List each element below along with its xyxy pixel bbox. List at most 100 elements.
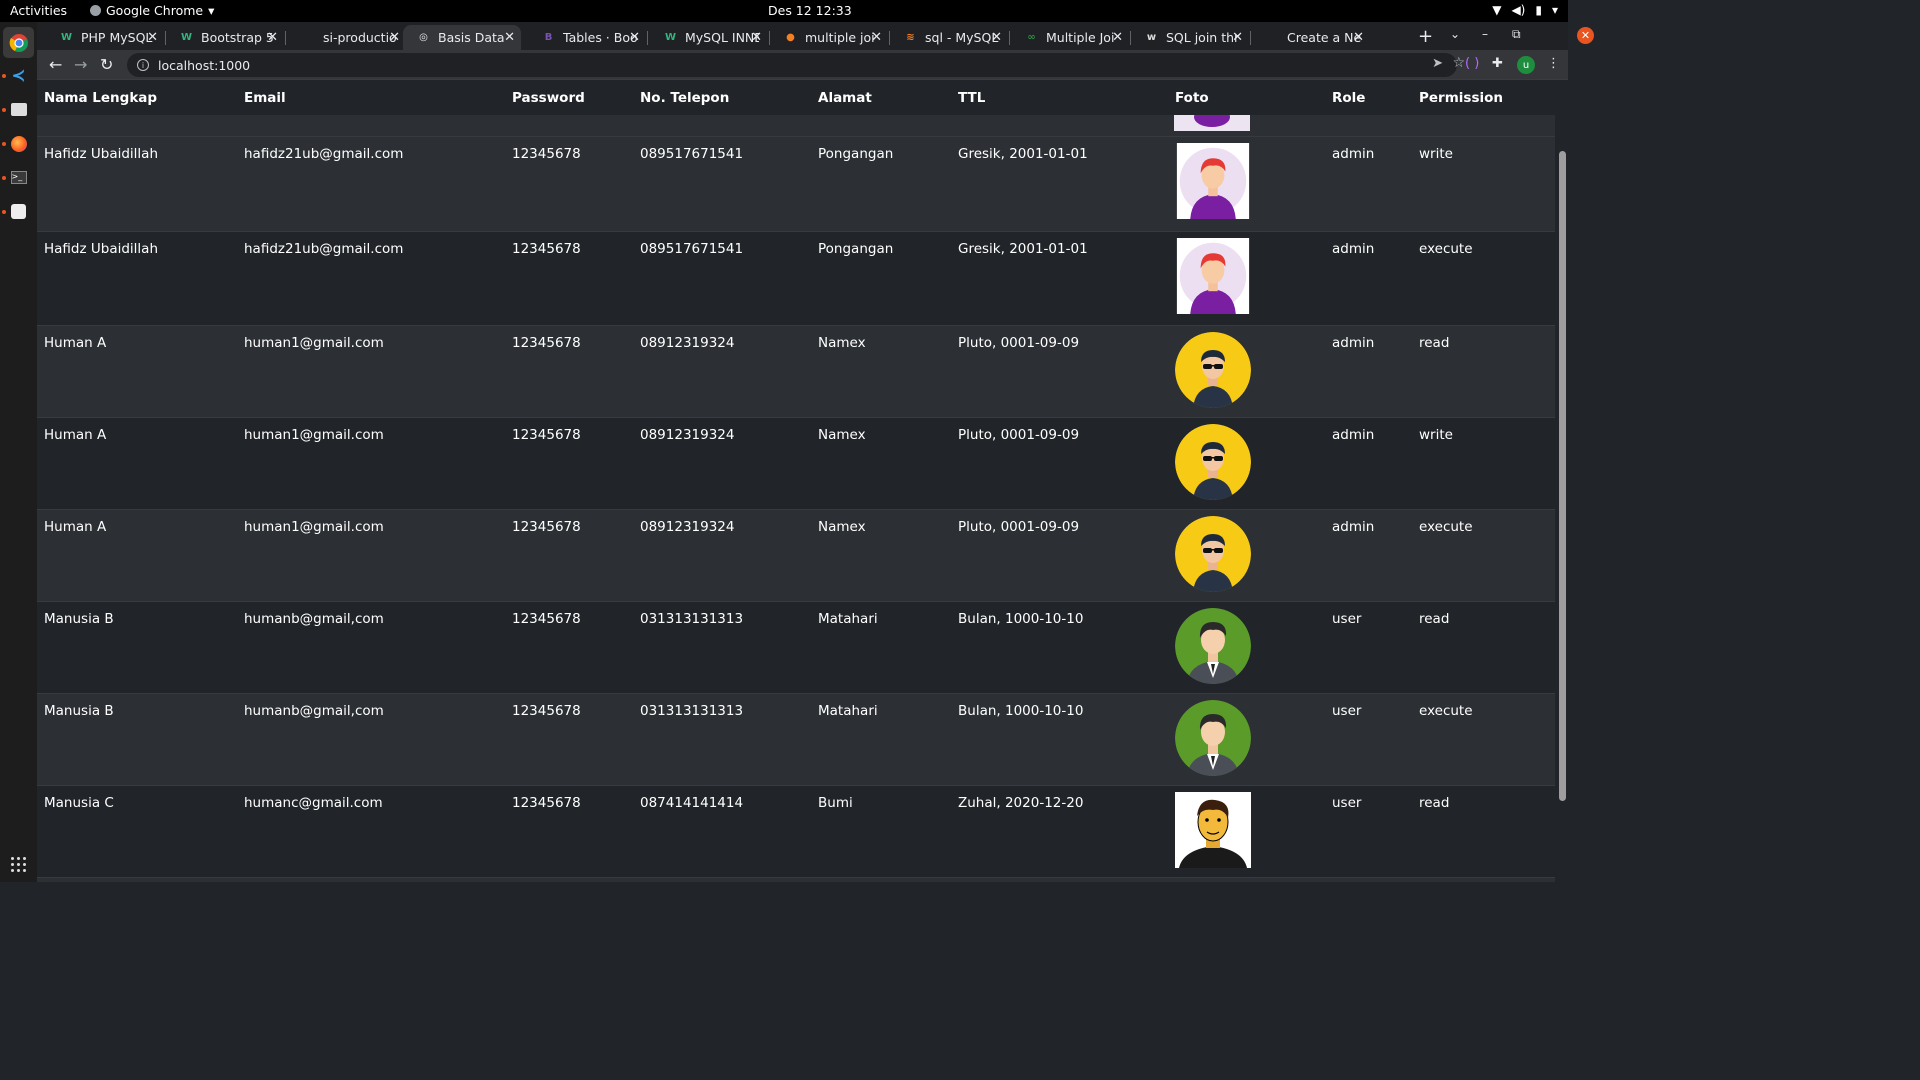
- cell-foto: [1168, 137, 1325, 232]
- cell-telepon: 087414141414: [633, 785, 811, 878]
- terminal-icon: >_: [10, 171, 27, 184]
- show-applications-icon[interactable]: [11, 857, 26, 872]
- menu-kebab-icon[interactable]: ⋮: [1547, 56, 1560, 71]
- tab-11[interactable]: Create a Ne ✕: [1252, 25, 1370, 50]
- dock-firefox[interactable]: [7, 132, 30, 155]
- cell-alamat: Namex: [811, 509, 951, 602]
- cell-permission: read: [1412, 325, 1555, 418]
- tab-close-icon[interactable]: ✕: [504, 30, 515, 45]
- page-scrollbar[interactable]: [1555, 81, 1568, 882]
- table-row: Manusia Bhumanb@gmail,com 12345678 0313131…: [37, 601, 1555, 694]
- address-bar[interactable]: i localhost:1000 ➤ ☆: [127, 53, 1465, 77]
- cell-email: hafidz21ub@gmail.com: [237, 137, 505, 232]
- system-tray[interactable]: ▼ ◀) ▮ ▾: [1492, 3, 1558, 17]
- header-ttl: TTL: [951, 81, 1168, 116]
- restore-button[interactable]: ⧉: [1512, 27, 1521, 42]
- cell-ttl: Gresik, 2001-01-01: [951, 137, 1168, 232]
- chrome-icon: [90, 5, 101, 16]
- tab-close-icon[interactable]: ✕: [751, 30, 762, 45]
- activities-button[interactable]: Activities: [10, 3, 67, 18]
- volume-icon: ◀): [1511, 3, 1526, 17]
- share-icon[interactable]: ➤: [1432, 56, 1443, 71]
- scrollbar-thumb[interactable]: [1559, 151, 1566, 801]
- avatar-sunglasses: [1175, 331, 1318, 408]
- cell-telepon: 08912319324: [633, 509, 811, 602]
- tab-favicon-icon: [1266, 31, 1279, 44]
- site-info-icon[interactable]: i: [137, 59, 149, 71]
- back-button[interactable]: ←: [49, 55, 62, 74]
- dock-app[interactable]: [7, 200, 30, 223]
- cell-email: hafidz21ub@gmail.com: [237, 231, 505, 326]
- cell-role: user: [1325, 693, 1412, 786]
- tab-title: sql - MySQL: [925, 30, 999, 45]
- cell-password: 12345678: [505, 509, 633, 602]
- dock-chrome[interactable]: [3, 27, 34, 58]
- dock-vscode[interactable]: ≺: [7, 64, 30, 87]
- tab-6[interactable]: W MySQL INNE ✕: [650, 25, 768, 50]
- browser-toolbar: ← → ↻ i localhost:1000 ➤ ☆ ( ) ✚ u ⋮: [37, 50, 1568, 80]
- table-header-row: Nama Lengkap Email Password No. Telepon …: [37, 81, 1555, 116]
- dock-terminal[interactable]: >_: [7, 166, 30, 189]
- reload-button[interactable]: ↻: [100, 55, 113, 74]
- users-table-body: Hafidz Ubaidillah hafidz21ub@gmail.com 123…: [37, 137, 1555, 882]
- avatar-sunglasses: [1175, 515, 1318, 592]
- tab-close-icon[interactable]: ✕: [1232, 30, 1243, 45]
- forward-button[interactable]: →: [74, 55, 87, 74]
- tab-4[interactable]: ◎ Basis Data ✕: [403, 25, 521, 50]
- tab-1[interactable]: W PHP MySQL ✕: [46, 25, 164, 50]
- cell-email: humanb@gmail,com: [237, 601, 505, 694]
- new-tab-button[interactable]: +: [1418, 26, 1433, 47]
- tab-close-icon[interactable]: ✕: [267, 30, 278, 45]
- tab-search-icon[interactable]: ⌄: [1450, 27, 1460, 41]
- app-menu[interactable]: Google Chrome ▾: [90, 3, 214, 18]
- tab-8[interactable]: ≋ sql - MySQL ✕: [890, 25, 1008, 50]
- header-email: Email: [237, 81, 505, 116]
- cell-telepon: 089517671541: [633, 137, 811, 232]
- chevron-down-icon: ▾: [208, 3, 215, 18]
- tab-close-icon[interactable]: ✕: [1353, 30, 1364, 45]
- header-nama: Nama Lengkap: [37, 81, 237, 116]
- bookmark-star-icon[interactable]: ☆: [1452, 55, 1465, 71]
- cell-password: 12345678: [505, 785, 633, 878]
- extensions-puzzle-icon[interactable]: ✚: [1492, 56, 1503, 71]
- tab-title: MySQL INNE: [685, 30, 759, 45]
- cell-foto: [1168, 877, 1325, 882]
- clock[interactable]: Des 12 12:33: [768, 3, 852, 18]
- avatar-suit-green: [1175, 607, 1318, 684]
- cell-alamat: Matahari: [811, 601, 951, 694]
- cell-telepon: 031313131313: [633, 601, 811, 694]
- tab-5[interactable]: B Tables · Boo ✕: [528, 25, 646, 50]
- cell-password: 12345678: [505, 325, 633, 418]
- tab-3[interactable]: si-production ✕: [288, 25, 406, 50]
- profile-avatar[interactable]: u: [1517, 56, 1535, 74]
- avatar-red-hair: [1175, 237, 1318, 314]
- tab-7[interactable]: ● multiple joi ✕: [770, 25, 888, 50]
- cell-role: admin: [1325, 325, 1412, 418]
- table-row: Human Ahuman1@gmail.com 12345678 089123193…: [37, 325, 1555, 418]
- tab-title: Bootstrap 5: [201, 30, 274, 45]
- dock-files[interactable]: [7, 98, 30, 121]
- tab-close-icon[interactable]: ✕: [147, 30, 158, 45]
- tab-9[interactable]: ∞ Multiple Joi ✕: [1011, 25, 1129, 50]
- tab-favicon-icon: [302, 31, 315, 44]
- tab-close-icon[interactable]: ✕: [389, 30, 400, 45]
- cell-telepon: 08912319324: [633, 325, 811, 418]
- cell-foto: [1168, 509, 1325, 602]
- tab-favicon-icon: ≋: [906, 32, 915, 43]
- tab-close-icon[interactable]: ✕: [991, 30, 1002, 45]
- tab-favicon-icon: W: [60, 32, 73, 43]
- close-window-button[interactable]: ✕: [1577, 27, 1594, 44]
- tab-10[interactable]: w SQL join thr ✕: [1131, 25, 1249, 50]
- tab-close-icon[interactable]: ✕: [629, 30, 640, 45]
- tab-title: si-production: [323, 30, 397, 45]
- cell-telepon: 089517671541: [633, 231, 811, 326]
- cell-foto: [1168, 601, 1325, 694]
- tab-close-icon[interactable]: ✕: [871, 30, 882, 45]
- cell-ttl: Pluto, 0001-09-09: [951, 325, 1168, 418]
- minimize-button[interactable]: –: [1482, 27, 1488, 41]
- tab-close-icon[interactable]: ✕: [1112, 30, 1123, 45]
- tab-2[interactable]: W Bootstrap 5 ✕: [166, 25, 284, 50]
- table-row: Hafidz Ubaidillah hafidz21ub@gmail.com 123…: [37, 231, 1555, 326]
- cell-alamat: Namex: [811, 417, 951, 510]
- extension-icon[interactable]: ( ): [1465, 56, 1479, 71]
